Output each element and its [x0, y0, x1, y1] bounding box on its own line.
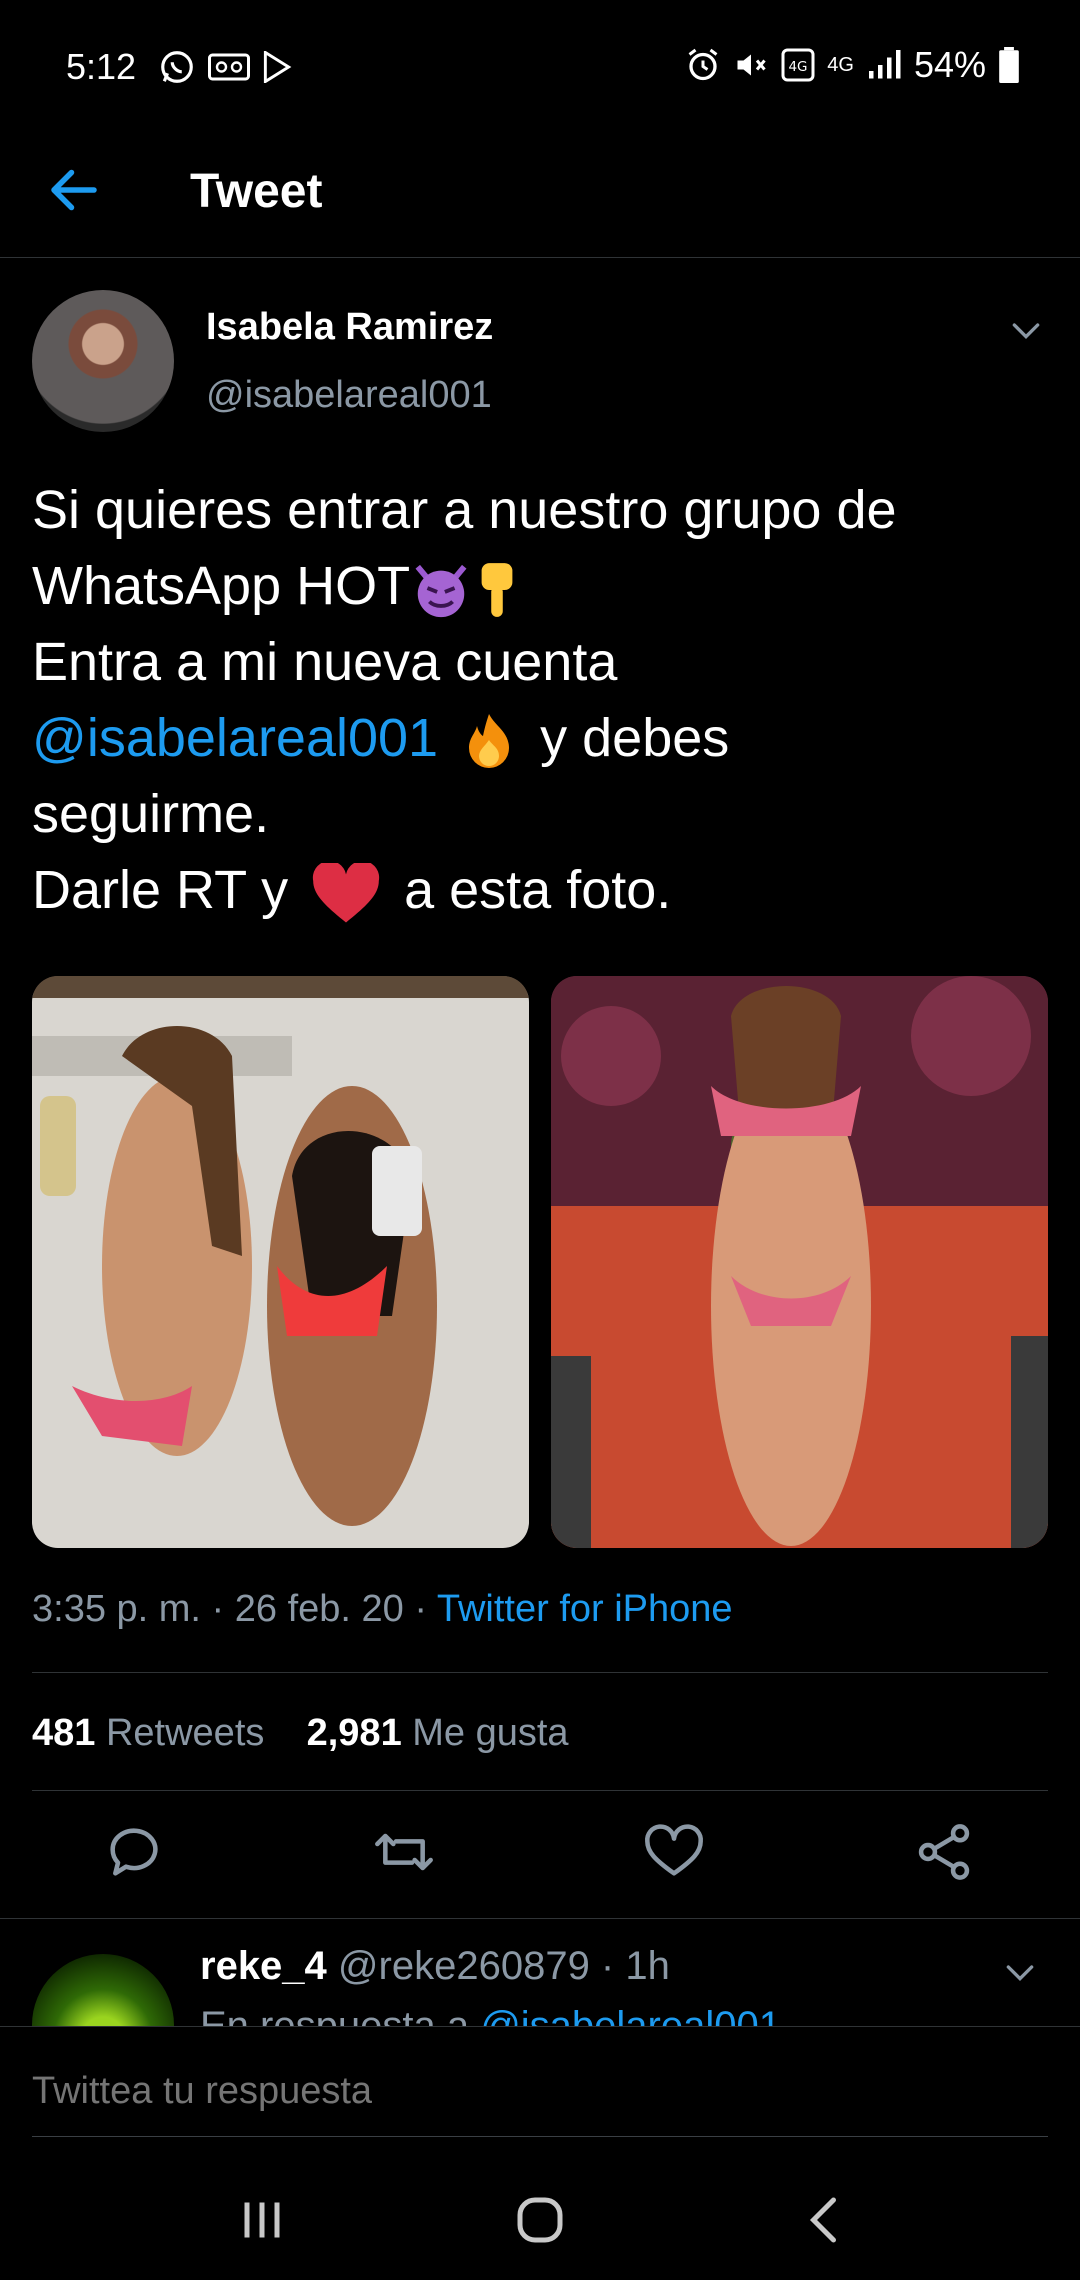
network-type: 4G — [827, 54, 854, 76]
tweet-source-link[interactable]: Twitter for iPhone — [437, 1588, 733, 1630]
tweet-stats: 481 Retweets 2,981 Me gusta — [32, 1712, 569, 1755]
status-time: 5:12 — [66, 46, 137, 87]
author-name[interactable]: Isabela Ramirez — [206, 306, 493, 349]
tweet-line-text: a esta foto. — [404, 860, 672, 920]
reply-icon[interactable] — [102, 1820, 166, 1884]
reply-author-name: reke_4 — [200, 1944, 327, 1988]
svg-text:4G: 4G — [789, 59, 808, 75]
divider — [0, 1918, 1080, 1919]
mute-icon — [737, 54, 766, 76]
author-handle[interactable]: @isabelareal001 — [206, 374, 492, 417]
volte-icon: 4G — [781, 48, 815, 82]
tweet-photo[interactable] — [32, 976, 529, 1548]
status-bar: 5:12 4G 4G 54% — [0, 0, 1080, 130]
page-title: Tweet — [190, 165, 323, 218]
reply-header[interactable]: reke_4 @reke260879 · 1h — [200, 1944, 670, 1989]
tweet-line: Darle RT y a esta foto. — [32, 852, 1052, 928]
retweets-stat[interactable]: 481 Retweets — [32, 1712, 264, 1754]
top-app-bar: Tweet — [0, 130, 1080, 258]
fire-emoji-icon — [469, 713, 510, 768]
retweet-icon[interactable] — [372, 1820, 436, 1884]
red-heart-emoji-icon — [312, 862, 380, 923]
likes-count: 2,981 — [306, 1712, 402, 1754]
share-icon[interactable] — [912, 1820, 976, 1884]
chevron-down-icon[interactable] — [1000, 1952, 1040, 1992]
tweet-media — [32, 976, 1048, 1548]
voicemail-icon — [208, 53, 250, 81]
play-store-icon — [263, 51, 292, 83]
retweets-count: 481 — [32, 1712, 96, 1754]
battery-percent: 54% — [913, 44, 986, 85]
tweet-line: Si quieres entrar a nuestro grupo de — [32, 480, 897, 540]
back-icon[interactable] — [796, 2190, 856, 2250]
tweet-line: @isabelareal001 y debes — [32, 700, 1052, 776]
likes-stat[interactable]: 2,981 Me gusta — [307, 1712, 569, 1754]
tweet-text: Si quieres entrar a nuestro grupo de Wha… — [32, 472, 1052, 928]
tweet-line-text: WhatsApp HOT — [32, 556, 411, 616]
divider — [32, 1790, 1048, 1791]
back-arrow-icon[interactable] — [44, 160, 104, 220]
reply-input[interactable] — [32, 2047, 1048, 2137]
system-nav-bar — [0, 2160, 1080, 2280]
retweets-label: Retweets — [105, 1712, 265, 1754]
tweet-actions — [0, 1820, 1080, 1900]
tweet-line: WhatsApp HOT — [32, 548, 1052, 624]
smiling-devil-emoji-icon — [415, 564, 467, 617]
chevron-down-icon[interactable] — [1006, 310, 1046, 350]
tweet-photo[interactable] — [551, 976, 1048, 1548]
home-icon[interactable] — [510, 2190, 570, 2250]
tweet-time: 3:35 p. m. · 26 feb. 20 · — [32, 1588, 437, 1630]
pointing-down-emoji-icon — [481, 562, 513, 617]
signal-icon — [868, 50, 901, 79]
recents-icon[interactable] — [232, 2190, 292, 2250]
like-icon[interactable] — [642, 1820, 706, 1884]
photo-illustration — [551, 976, 1048, 1548]
tweet-timestamp: 3:35 p. m. · 26 feb. 20 · Twitter for iP… — [32, 1588, 733, 1631]
tweet-line: Entra a mi nueva cuenta — [32, 632, 618, 692]
alarm-icon — [688, 48, 718, 81]
photo-illustration — [32, 976, 529, 1526]
mention-link[interactable]: @isabelareal001 — [32, 708, 438, 768]
tweet-line-text: Darle RT y — [32, 860, 289, 920]
reply-compose-bar — [0, 2026, 1080, 2160]
battery-icon — [999, 47, 1019, 83]
divider — [32, 1672, 1048, 1673]
author-avatar[interactable] — [32, 290, 174, 432]
whatsapp-icon — [161, 51, 193, 83]
reply-author-handle: @reke260879 · 1h — [337, 1944, 670, 1988]
tweet-line: seguirme. — [32, 784, 270, 844]
tweet-line-text: y debes — [540, 708, 730, 768]
likes-label: Me gusta — [412, 1712, 569, 1754]
